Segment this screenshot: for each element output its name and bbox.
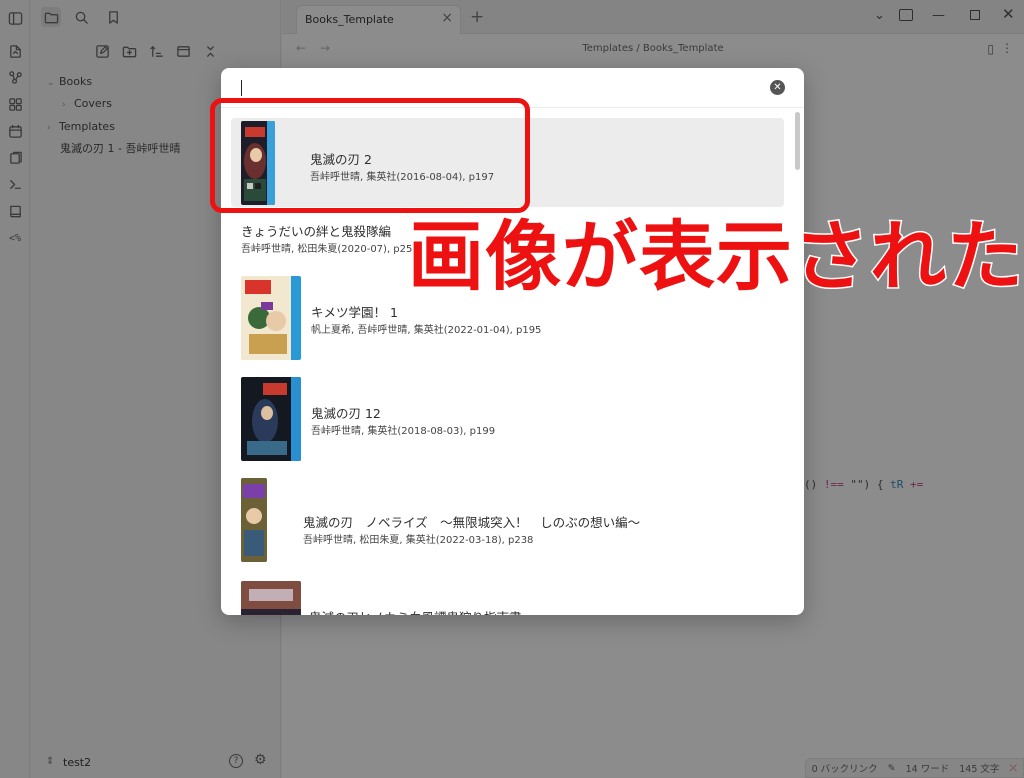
- clear-search-icon[interactable]: ✕: [770, 80, 785, 95]
- result-item[interactable]: 鬼滅の刃ヒノカミ血風譚鬼狩り指南書: [231, 577, 784, 615]
- results-scrollbar[interactable]: [795, 112, 800, 170]
- result-meta: 帆上夏希, 吾峠呼世晴, 集英社(2022-01-04), p195: [311, 325, 542, 336]
- book-cover-image: [241, 276, 301, 360]
- result-title: 鬼滅の刃 12: [311, 406, 381, 421]
- result-item[interactable]: 鬼滅の刃 ノベライズ ～無限城突入！ しのぶの想い編～ 吾峠呼世晴, 松田朱夏,…: [231, 474, 784, 566]
- text-caret: [241, 80, 242, 96]
- book-cover-image: [241, 377, 301, 461]
- result-title: きょうだいの絆と鬼殺隊編: [241, 224, 392, 239]
- search-input[interactable]: [235, 76, 755, 100]
- result-meta: 吾峠呼世晴, 松田朱夏, 集英社(2022-03-18), p238: [303, 535, 534, 546]
- highlight-annotation-box: [210, 98, 530, 213]
- result-title: 鬼滅の刃 ノベライズ ～無限城突入！ しのぶの想い編～: [303, 515, 641, 530]
- result-title: キメツ学園！ 1: [311, 305, 398, 320]
- result-meta: 吾峠呼世晴, 松田朱夏(2020-07), p258: [241, 244, 419, 255]
- result-item[interactable]: 鬼滅の刃 12 吾峠呼世晴, 集英社(2018-08-03), p199: [231, 373, 784, 465]
- result-meta: 吾峠呼世晴, 集英社(2018-08-03), p199: [311, 426, 496, 437]
- book-cover-image: [241, 581, 301, 615]
- annotation-text: 画像が表示された: [407, 211, 1024, 303]
- result-title: 鬼滅の刃ヒノカミ血風譚鬼狩り指南書: [309, 607, 522, 615]
- book-cover-image: [241, 478, 267, 562]
